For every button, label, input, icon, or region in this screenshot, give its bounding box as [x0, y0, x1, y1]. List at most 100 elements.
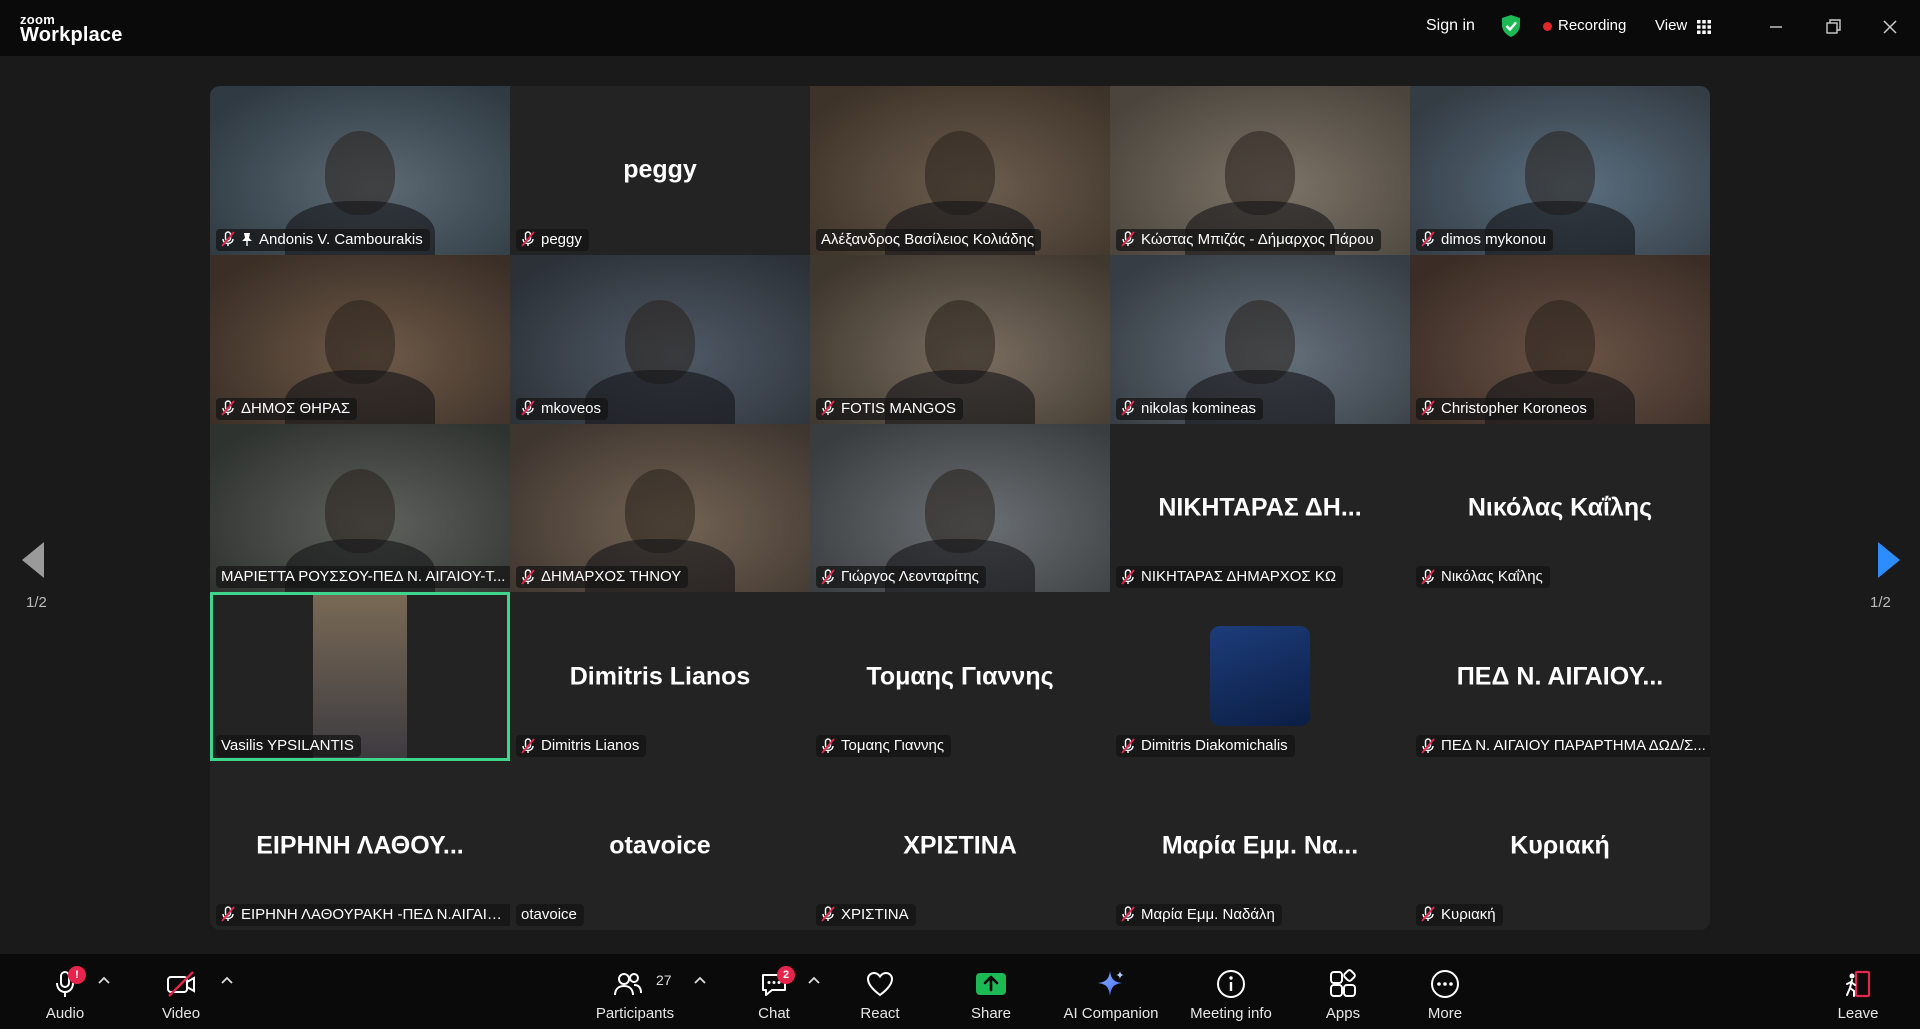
more-button[interactable]: More: [1414, 954, 1476, 1029]
participant-name-label: peggy: [516, 228, 589, 251]
participant-tile[interactable]: ΕΙΡΗΝΗ ΛΑΘΟΥ... ΕΙΡΗΝΗ ΛΑΘΟΥΡΑΚΗ -ΠΕΔ Ν.Α…: [210, 761, 510, 930]
muted-mic-icon: [221, 231, 235, 247]
grid-view-icon[interactable]: [1697, 20, 1711, 34]
avatar: [1210, 626, 1310, 727]
audio-alert-badge: !: [68, 966, 86, 984]
meeting-toolbar: ! Audio Video 27 Participants 2 Chat Rea…: [0, 954, 1920, 1029]
restore-icon[interactable]: [1820, 14, 1846, 40]
participant-tile[interactable]: Γιώργος Λεονταρίτης: [810, 423, 1110, 593]
participant-tile[interactable]: FOTIS MANGOS: [810, 254, 1110, 424]
participant-name: ΝΙΚΗΤΑΡΑΣ ΔΗΜΑΡΧΟΣ ΚΩ: [1141, 568, 1337, 586]
muted-mic-icon: [221, 400, 235, 416]
participant-name: Γιώργος Λεονταρίτης: [841, 568, 979, 586]
view-button[interactable]: View: [1655, 17, 1687, 34]
participant-name-label: ΧΡΙΣΤΙΝΑ: [816, 903, 916, 926]
react-button[interactable]: React: [848, 954, 912, 1029]
react-label: React: [860, 1005, 900, 1022]
participant-name: Christopher Koroneos: [1441, 399, 1587, 417]
participant-name: Νικόλας Καΐλης: [1441, 568, 1543, 586]
recording-indicator[interactable]: Recording: [1558, 17, 1626, 34]
participant-tile[interactable]: ΜΑΡΙΕΤΤΑ ΡΟΥΣΣΟΥ-ΠΕΔ Ν. ΑΙΓΑΙΟΥ-Τ...: [210, 423, 510, 593]
participant-tile[interactable]: ΠΕΔ Ν. ΑΙΓΑΙΟΥ... ΠΕΔ Ν. ΑΙΓΑΙΟΥ ΠΑΡΑΡΤΗΜ…: [1410, 592, 1710, 762]
participant-tile[interactable]: Αλέξανδρος Βασίλειος Κολιάδης: [810, 86, 1110, 255]
participant-tile[interactable]: ΔΗΜΟΣ ΘΗΡΑΣ: [210, 254, 510, 424]
participants-options-chevron-icon[interactable]: [694, 976, 706, 984]
participant-name-label: ΔΗΜΑΡΧΟΣ ΤΗΝΟΥ: [516, 566, 689, 589]
more-icon: [1431, 970, 1459, 998]
muted-mic-icon: [1121, 400, 1135, 416]
apps-icon: [1330, 969, 1356, 997]
app-logo: Workplace: [20, 24, 123, 46]
sparkle-icon: [1098, 971, 1124, 996]
participant-tile[interactable]: peggy peggy: [510, 86, 810, 255]
audio-options-chevron-icon[interactable]: [98, 976, 110, 984]
participant-name: ΜΑΡΙΕΤΤΑ ΡΟΥΣΣΟΥ-ΠΕΔ Ν. ΑΙΓΑΙΟΥ-Τ...: [221, 568, 506, 586]
participants-count: 27: [656, 972, 672, 988]
participant-tile[interactable]: Μαρία Εμμ. Να... Μαρία Εμμ. Ναδάλη: [1110, 761, 1410, 930]
participant-name: Τομαης Γιαννης: [841, 737, 945, 755]
participant-name: nikolas komineas: [1141, 399, 1257, 417]
participant-name: mkoveos: [541, 399, 602, 417]
participant-name-label: ΕΙΡΗΝΗ ΛΑΘΟΥΡΑΚΗ -ΠΕΔ Ν.ΑΙΓΑΙΟ...: [216, 903, 510, 926]
participant-name: Vasilis YPSILANTIS: [221, 737, 354, 755]
participant-tile[interactable]: Κώστας Μπιζάς - Δήμαρχος Πάρου: [1110, 86, 1410, 255]
leave-button[interactable]: Leave: [1828, 954, 1888, 1029]
shield-icon[interactable]: [1500, 14, 1522, 38]
participant-name: Μαρία Εμμ. Ναδάλη: [1141, 905, 1275, 923]
participant-tile[interactable]: mkoveos: [510, 254, 810, 424]
leave-icon: [1846, 970, 1871, 998]
participant-tile[interactable]: nikolas komineas: [1110, 254, 1410, 424]
muted-mic-icon: [1121, 569, 1135, 585]
participants-button[interactable]: 27 Participants: [588, 954, 682, 1029]
participant-tile[interactable]: ΧΡΙΣΤΙΝΑ ΧΡΙΣΤΙΝΑ: [810, 761, 1110, 930]
participant-name: ΕΙΡΗΝΗ ΛΑΘΟΥΡΑΚΗ -ΠΕΔ Ν.ΑΙΓΑΙΟ...: [241, 905, 509, 923]
participant-display-name: Κυριακή: [1510, 831, 1610, 860]
chat-unread-badge: 2: [777, 966, 795, 984]
muted-mic-icon: [521, 569, 535, 585]
leave-label: Leave: [1837, 1005, 1879, 1022]
participant-name: otavoice: [521, 905, 577, 923]
chat-label: Chat: [758, 1005, 790, 1022]
participant-tile[interactable]: Andonis V. Cambourakis: [210, 86, 510, 255]
participant-display-name: Dimitris Lianos: [569, 662, 751, 691]
next-page-icon[interactable]: [1878, 542, 1900, 578]
participant-tile[interactable]: ΝΙΚΗΤΑΡΑΣ ΔΗ... ΝΙΚΗΤΑΡΑΣ ΔΗΜΑΡΧΟΣ ΚΩ: [1110, 423, 1410, 593]
participant-tile[interactable]: otavoice otavoice: [510, 761, 810, 930]
chat-button[interactable]: 2 Chat: [744, 954, 804, 1029]
participant-tile[interactable]: Vasilis YPSILANTIS: [210, 592, 510, 762]
apps-button[interactable]: Apps: [1312, 954, 1374, 1029]
video-button[interactable]: Video: [148, 954, 214, 1029]
participant-name-label: Christopher Koroneos: [1416, 397, 1594, 420]
participant-name-label: mkoveos: [516, 397, 609, 420]
participant-name: dimos mykonou: [1441, 230, 1547, 248]
close-icon[interactable]: [1877, 14, 1903, 40]
more-label: More: [1427, 1005, 1463, 1022]
participant-name-label: Αλέξανδρος Βασίλειος Κολιάδης: [816, 228, 1042, 251]
video-options-chevron-icon[interactable]: [221, 976, 233, 984]
participant-name-label: Γιώργος Λεονταρίτης: [816, 566, 986, 589]
participant-name-label: nikolas komineas: [1116, 397, 1264, 420]
participant-tile[interactable]: Νικόλας Καΐλης Νικόλας Καΐλης: [1410, 423, 1710, 593]
share-label: Share: [970, 1005, 1012, 1022]
ai-companion-button[interactable]: AI Companion: [1058, 954, 1164, 1029]
participant-tile[interactable]: ΔΗΜΑΡΧΟΣ ΤΗΝΟΥ: [510, 423, 810, 593]
participant-tile[interactable]: Christopher Koroneos: [1410, 254, 1710, 424]
participant-tile[interactable]: Dimitris Lianos Dimitris Lianos: [510, 592, 810, 762]
audio-button[interactable]: ! Audio: [30, 954, 100, 1029]
participant-tile[interactable]: Τομαης Γιαννης Τομαης Γιαννης: [810, 592, 1110, 762]
sign-in-link[interactable]: Sign in: [1426, 17, 1475, 35]
heart-icon: [866, 971, 894, 997]
meeting-info-button[interactable]: Meeting info: [1184, 954, 1278, 1029]
muted-mic-icon: [1421, 737, 1435, 754]
participant-tile[interactable]: dimos mykonou: [1410, 86, 1710, 255]
previous-page-icon[interactable]: [22, 542, 44, 578]
participant-name: peggy: [541, 230, 582, 248]
participant-name: ΧΡΙΣΤΙΝΑ: [841, 905, 909, 923]
meeting-info-label: Meeting info: [1190, 1005, 1272, 1022]
participant-tile[interactable]: Κυριακή Κυριακή: [1410, 761, 1710, 930]
minimize-icon[interactable]: [1763, 14, 1789, 40]
participant-tile[interactable]: Dimitris Diakomichalis: [1110, 592, 1410, 762]
chat-options-chevron-icon[interactable]: [808, 976, 820, 984]
participant-name-label: Vasilis YPSILANTIS: [216, 735, 361, 758]
share-button[interactable]: Share: [960, 954, 1022, 1029]
